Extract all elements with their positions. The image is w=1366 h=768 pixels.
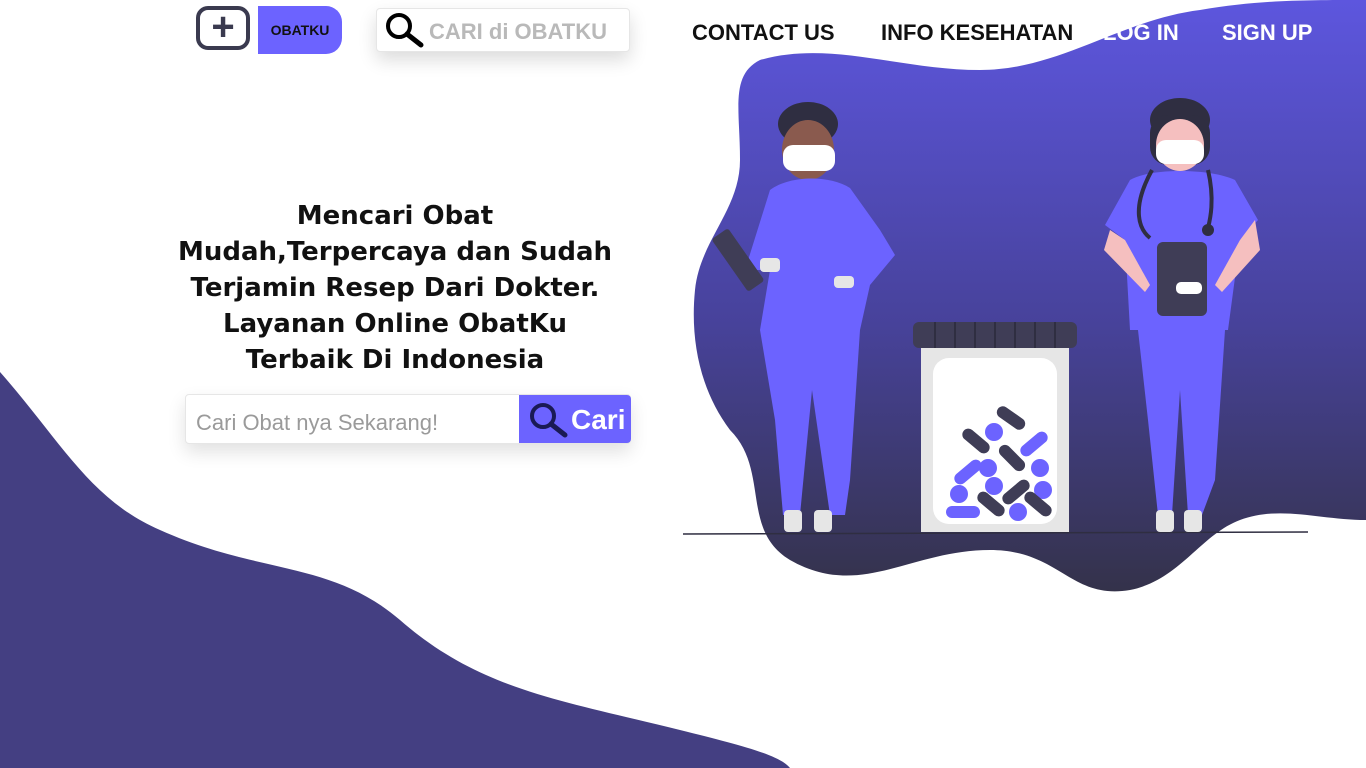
search-button[interactable]: Cari [519,395,631,443]
search-icon[interactable] [383,11,425,54]
plus-icon: + [196,6,250,50]
search-button-label: Cari [571,404,626,435]
logo-text: OBATKU [258,6,342,54]
hero-heading: Mencari Obat Mudah,Terpercaya dan Sudah … [160,198,630,378]
nav-contact-us[interactable]: CONTACT US [692,20,835,46]
doctors-illustration [682,0,1366,592]
search-icon [527,401,569,444]
hero-line: Terjamin Resep Dari Dokter. [190,273,600,303]
header-search-placeholder: CARI di OBATKU [429,19,608,44]
obatku-logo[interactable]: + OBATKU [196,6,342,54]
hero-line: Layanan Online ObatKu [223,309,567,339]
pill-jar [913,322,1077,532]
main-search-bar: Cari Obat nya Sekarang! Cari [185,394,631,444]
hero-line: Terbaik Di Indonesia [245,345,545,375]
nav-sign-up[interactable]: SIGN UP [1222,20,1312,46]
hero-line: Mudah,Terpercaya dan Sudah [177,237,613,267]
plus-symbol: + [211,5,235,49]
nav-log-in[interactable]: LOG IN [1103,20,1179,46]
main-search-input[interactable]: Cari Obat nya Sekarang! [196,410,438,436]
header-search-input[interactable]: CARI di OBATKU [376,8,630,52]
nav-info-kesehatan[interactable]: INFO KESEHATAN [881,20,1073,46]
hero-line: Mencari Obat [296,201,494,231]
